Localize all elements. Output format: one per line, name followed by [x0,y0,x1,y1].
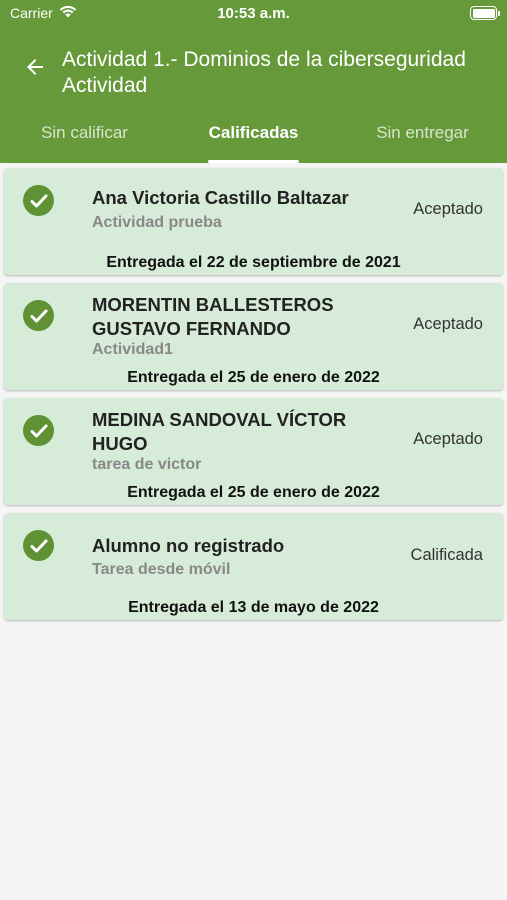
app-bar: Carrier 10:53 a.m. Actividad 1.- Dominio… [0,0,507,163]
check-circle-icon [23,530,54,561]
student-name: MEDINA SANDOVAL VÍCTOR HUGO [92,409,347,454]
tab-label: Sin calificar [41,123,128,142]
submission-date: Entregada el 13 de mayo de 2022 [128,599,379,616]
submission-card[interactable]: Alumno no registrado Tarea desde móvil C… [4,513,503,620]
submission-card[interactable]: Ana Victoria Castillo Baltazar Actividad… [4,168,503,275]
submission-status: Aceptado [413,200,483,218]
task-title: tarea de victor [92,456,202,473]
back-button[interactable] [20,52,50,82]
tab-label: Sin entregar [376,123,469,142]
task-title: Actividad1 [92,341,173,358]
tab-calificadas[interactable]: Calificadas [169,118,338,163]
submission-status: Calificada [410,546,483,564]
student-name: MORENTIN BALLESTEROS GUSTAVO FERNANDO [92,294,334,339]
task-title: Actividad prueba [92,214,222,231]
check-circle-icon [23,185,54,216]
submission-date: Entregada el 25 de enero de 2022 [127,369,380,386]
submission-card[interactable]: MORENTIN BALLESTEROS GUSTAVO FERNANDO Ac… [4,283,503,390]
check-circle-icon [23,415,54,446]
student-name: Ana Victoria Castillo Baltazar [92,187,349,208]
status-time: 10:53 a.m. [217,5,290,22]
student-name: Alumno no registrado [92,535,285,556]
task-title: Tarea desde móvil [92,561,231,578]
page-title: Actividad 1.- Dominios de la ciberseguri… [62,48,466,97]
arrow-left-icon [27,59,43,75]
submission-list: Ana Victoria Castillo Baltazar Actividad… [4,168,503,628]
status-bar: Carrier 10:53 a.m. [0,0,507,28]
submission-status: Aceptado [413,430,483,448]
tab-sin-entregar[interactable]: Sin entregar [338,118,507,163]
tab-label: Calificadas [208,123,299,142]
tab-sin-calificar[interactable]: Sin calificar [0,118,169,163]
submission-date: Entregada el 22 de septiembre de 2021 [106,254,401,271]
submission-status: Aceptado [413,315,483,333]
battery-icon [470,6,500,20]
check-circle-icon [23,300,54,331]
tab-indicator [208,160,299,163]
submission-date: Entregada el 25 de enero de 2022 [127,484,380,501]
submission-card[interactable]: MEDINA SANDOVAL VÍCTOR HUGO tarea de vic… [4,398,503,505]
tab-bar: Sin calificar Calificadas Sin entregar [0,118,507,163]
